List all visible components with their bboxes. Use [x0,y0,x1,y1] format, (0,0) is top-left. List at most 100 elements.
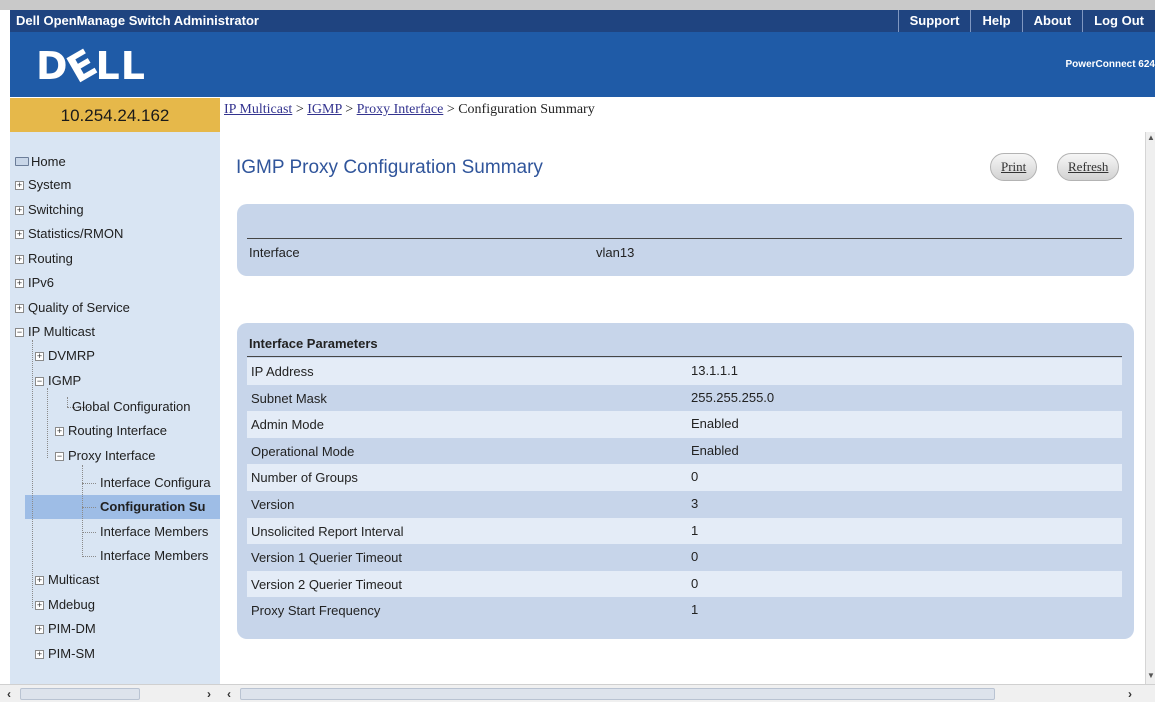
tree-item-quality-of-service[interactable]: + Quality of Service [15,298,130,318]
tree-item-interface-members-2[interactable]: Interface Members [100,546,208,566]
expand-plus-icon[interactable]: + [15,206,24,215]
app-title: Dell OpenManage Switch Administrator [16,13,259,28]
table-row: Version 1 Querier Timeout 0 [247,544,1122,571]
tree-connector [32,340,33,608]
table-row: Proxy Start Frequency 1 [247,597,1122,624]
table-row: Number of Groups 0 [247,464,1122,491]
tree-item-ip-multicast[interactable]: − IP Multicast [15,322,95,342]
breadcrumb-separator: > [446,102,455,117]
scroll-left-arrow-icon[interactable]: ‹ [2,686,16,702]
tree-connector [67,397,68,407]
tree-item-interface-members-1[interactable]: Interface Members [100,522,208,542]
row-value: Enabled [691,442,739,458]
tree-item-global-configuration[interactable]: Global Configuration [72,397,191,417]
tree-item-mdebug[interactable]: + Mdebug [35,595,95,615]
tree-item-ipv6[interactable]: + IPv6 [15,273,54,293]
expand-plus-icon[interactable]: + [15,255,24,264]
dell-logo: DELL [36,40,146,92]
tree-horizontal-scrollbar[interactable]: ‹ › [0,684,220,702]
breadcrumb-current: Configuration Summary [458,102,595,117]
expand-plus-icon[interactable]: + [15,304,24,313]
panel-divider [247,356,1122,357]
collapse-minus-icon[interactable]: − [15,328,24,337]
row-value: 0 [691,469,699,485]
scroll-up-arrow-icon[interactable]: ▲ [1146,132,1155,144]
refresh-button[interactable]: Refresh [1057,153,1120,181]
row-value: 0 [691,575,699,591]
row-value: 1 [691,602,699,618]
table-row: Subnet Mask 255.255.255.0 [247,385,1122,412]
row-label: Unsolicited Report Interval [251,523,404,539]
interface-panel: Interface vlan13 [237,204,1134,276]
window-top-edge [0,0,1155,10]
tree-item-interface-configuration[interactable]: Interface Configura [100,473,211,493]
expand-plus-icon[interactable]: + [35,601,44,610]
interface-parameters-heading: Interface Parameters [249,336,378,351]
scroll-down-arrow-icon[interactable]: ▼ [1146,670,1155,682]
breadcrumb: IP Multicast > IGMP > Proxy Interface > … [224,102,595,118]
scroll-right-arrow-icon[interactable]: › [1123,686,1137,702]
expand-plus-icon[interactable]: + [35,650,44,659]
row-label: Operational Mode [251,443,355,459]
breadcrumb-separator: > [345,102,354,117]
tree-connector [82,483,96,484]
content-horizontal-scrollbar[interactable]: ‹ › [220,684,1155,702]
table-row: Admin Mode Enabled [247,411,1122,438]
expand-plus-icon[interactable]: + [35,352,44,361]
row-label: Version 2 Querier Timeout [251,576,403,592]
print-button[interactable]: Print [990,153,1038,181]
breadcrumb-ip-multicast[interactable]: IP Multicast [224,102,292,117]
tree-item-switching[interactable]: + Switching [15,200,84,220]
tree-connector [82,465,83,557]
scroll-right-arrow-icon[interactable]: › [202,686,216,702]
collapse-minus-icon[interactable]: − [35,377,44,386]
scroll-left-arrow-icon[interactable]: ‹ [222,686,236,702]
table-row: Version 2 Querier Timeout 0 [247,570,1122,598]
scrollbar-thumb[interactable] [240,688,995,700]
scrollbar-thumb[interactable] [20,688,140,700]
breadcrumb-igmp[interactable]: IGMP [307,102,342,117]
expand-plus-icon[interactable]: + [55,427,64,436]
tree-item-pim-sm[interactable]: + PIM-SM [35,644,95,664]
tree-connector [82,507,96,508]
row-label: Version 1 Querier Timeout [251,550,403,566]
tree-item-igmp[interactable]: − IGMP [35,371,81,391]
row-value: 13.1.1.1 [691,363,738,378]
tree-item-multicast[interactable]: + Multicast [35,570,99,590]
expand-plus-icon[interactable]: + [35,625,44,634]
tree-item-routing-interface[interactable]: + Routing Interface [55,421,167,441]
collapse-minus-icon[interactable]: − [55,452,64,461]
tree-item-dvmrp[interactable]: + DVMRP [35,346,95,366]
expand-plus-icon[interactable]: + [35,576,44,585]
row-label: Admin Mode [251,417,324,433]
panel-divider [247,238,1122,239]
title-bar: Dell OpenManage Switch Administrator Sup… [10,10,1155,32]
expand-plus-icon[interactable]: + [15,279,24,288]
tree-item-proxy-interface[interactable]: − Proxy Interface [55,446,155,466]
table-row: IP Address 13.1.1.1 [247,358,1122,385]
row-value: 1 [691,522,699,538]
help-link[interactable]: Help [970,10,1021,32]
tree-item-system[interactable]: + System [15,175,71,195]
row-label: Proxy Start Frequency [251,603,381,619]
log-out-link[interactable]: Log Out [1082,10,1155,32]
tree-item-routing[interactable]: + Routing [15,249,73,269]
home-icon [15,157,29,166]
tree-item-home[interactable]: Home [15,152,66,172]
support-link[interactable]: Support [897,10,971,32]
page-title: IGMP Proxy Configuration Summary [236,157,543,178]
tree-connector [82,532,96,533]
expand-plus-icon[interactable]: + [15,230,24,239]
content-vertical-scrollbar[interactable]: ▲ ▼ [1145,132,1155,684]
tree-item-configuration-summary[interactable]: Configuration Su [100,497,205,517]
top-nav: Support Help About Log Out [897,10,1155,32]
table-row: Operational Mode Enabled [247,438,1122,465]
row-label: Number of Groups [251,470,358,486]
about-link[interactable]: About [1021,10,1083,32]
tree-item-pim-dm[interactable]: + PIM-DM [35,619,96,639]
row-label: IP Address [251,364,314,379]
breadcrumb-proxy-interface[interactable]: Proxy Interface [357,102,444,117]
expand-plus-icon[interactable]: + [15,181,24,190]
banner: DELL PowerConnect 624 [10,32,1155,97]
tree-item-statistics[interactable]: + Statistics/RMON [15,224,123,244]
